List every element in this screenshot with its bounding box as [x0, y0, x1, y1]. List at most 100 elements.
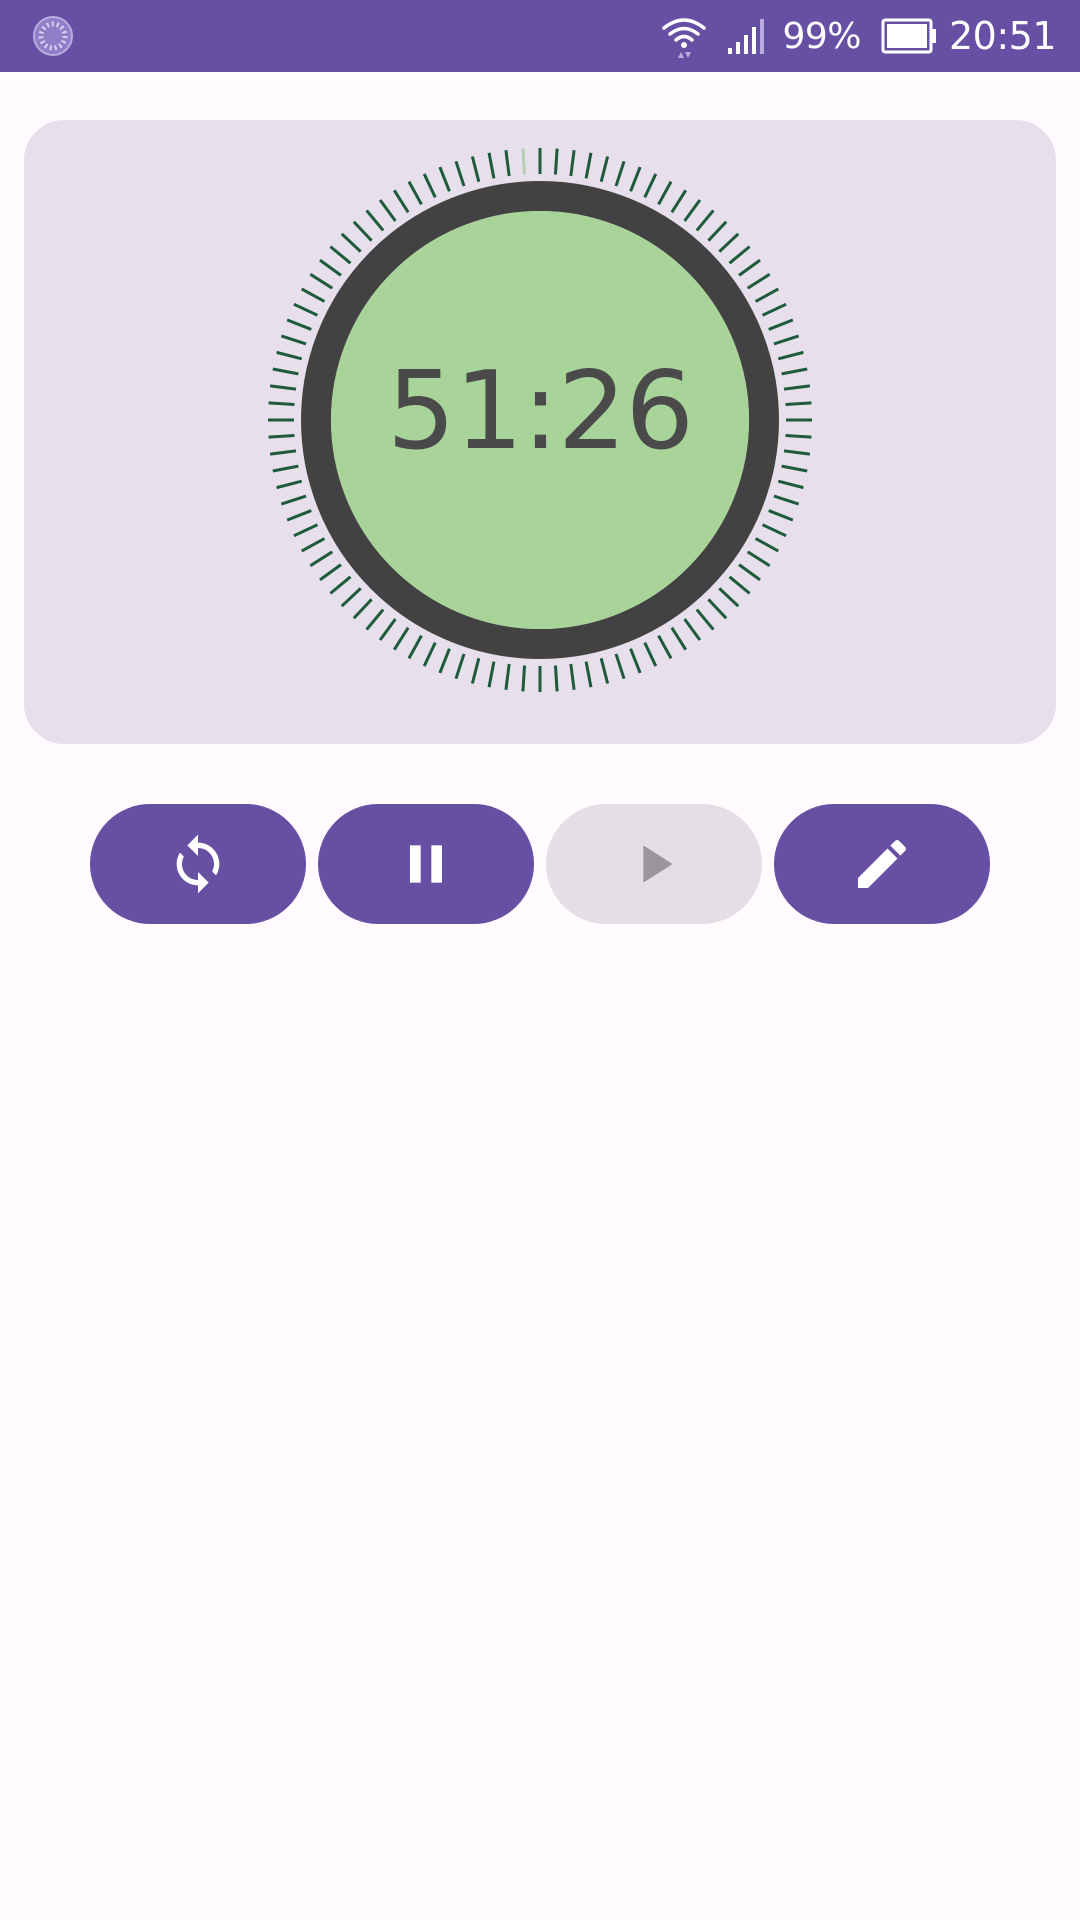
- dial-tick: [629, 648, 642, 674]
- dial-tick: [728, 575, 751, 595]
- dial-tick: [422, 173, 437, 199]
- dial-tick: [504, 149, 511, 177]
- dial-tick: [670, 626, 688, 651]
- dial-tick: [293, 302, 319, 317]
- dial-tick: [768, 509, 794, 522]
- status-bar: 99% 20:51: [0, 0, 1080, 72]
- dial-tick: [754, 287, 780, 303]
- timer-display: 51:26: [386, 349, 694, 474]
- dial-tick: [521, 148, 527, 175]
- status-clock: 20:51: [948, 14, 1057, 58]
- dial-tick: [352, 220, 373, 242]
- dial-tick: [695, 608, 715, 631]
- wifi-icon: [662, 18, 707, 58]
- dial-tick: [683, 199, 702, 222]
- dial-tick: [657, 180, 673, 206]
- signal-icon: [728, 19, 765, 54]
- dial-tick: [276, 479, 303, 490]
- dial-tick: [319, 258, 342, 277]
- dial-tick: [599, 156, 610, 183]
- dial-tick: [553, 665, 559, 692]
- dial-tick: [670, 189, 688, 214]
- loading-spinner-icon: [33, 16, 73, 56]
- dial-tick: [487, 152, 496, 179]
- dial-tick: [584, 661, 593, 688]
- dial-tick: [761, 523, 787, 538]
- dial-tick: [569, 663, 576, 691]
- dial-tick: [584, 152, 593, 179]
- sync-icon: [176, 834, 220, 894]
- dial-tick: [378, 618, 397, 641]
- dial-tick: [773, 334, 800, 346]
- battery-percentage: 99%: [782, 15, 861, 57]
- dial-tick: [777, 479, 804, 490]
- dial-tick: [614, 653, 626, 680]
- dial-tick: [329, 245, 352, 265]
- dial-tick: [657, 634, 673, 660]
- dial-tick: [754, 537, 780, 553]
- dial-tick: [614, 160, 626, 187]
- pencil-icon: [858, 839, 907, 888]
- dial-tick: [407, 180, 423, 206]
- dial-tick: [553, 148, 559, 175]
- dial-tick: [643, 173, 658, 199]
- dial-tick: [293, 523, 319, 538]
- dial-tick: [319, 563, 342, 582]
- restart-button[interactable]: [90, 804, 306, 924]
- dial-tick: [718, 587, 740, 608]
- status-indicators: 99% 20:51: [660, 0, 1057, 72]
- dial-tick: [438, 166, 451, 192]
- dial-tick: [378, 199, 397, 222]
- battery-icon: [881, 18, 936, 54]
- dial-tick: [422, 641, 437, 667]
- dial-tick: [286, 509, 312, 522]
- dial-tick: [728, 245, 751, 265]
- dial-tick: [487, 661, 496, 688]
- dial-tick: [761, 302, 787, 317]
- dial-tick: [365, 209, 385, 232]
- dial-tick: [365, 608, 385, 631]
- dial-tick: [707, 220, 728, 242]
- dial-tick: [280, 494, 307, 506]
- dial-tick: [352, 598, 373, 620]
- dial-tick: [569, 149, 576, 177]
- dial-tick: [643, 641, 658, 667]
- dial-tick: [392, 189, 410, 214]
- dial-tick: [768, 318, 794, 331]
- dial-tick: [504, 663, 511, 691]
- play-button[interactable]: [546, 804, 762, 924]
- dial-tick: [746, 272, 771, 290]
- dial-tick: [300, 537, 326, 553]
- dial-tick: [300, 287, 326, 303]
- timer-card: 51:26: [24, 120, 1056, 744]
- dial-tick: [707, 598, 728, 620]
- dial-tick: [470, 657, 481, 684]
- dial-tick: [438, 648, 451, 674]
- dial-tick: [286, 318, 312, 331]
- dial-tick: [309, 272, 334, 290]
- dial-tick: [280, 334, 307, 346]
- dial-tick: [340, 232, 362, 253]
- dial-tick: [695, 209, 715, 232]
- dial-tick: [738, 258, 761, 277]
- dial-tick: [454, 160, 466, 187]
- pause-icon: [410, 845, 442, 883]
- dial-tick: [329, 575, 352, 595]
- dial-tick: [340, 587, 362, 608]
- dial-tick: [629, 166, 642, 192]
- dial-tick: [718, 232, 740, 253]
- dial-tick: [407, 634, 423, 660]
- dial-tick: [454, 653, 466, 680]
- dial-tick: [470, 156, 481, 183]
- dial-tick: [599, 657, 610, 684]
- edit-button[interactable]: [774, 804, 990, 924]
- dial-tick: [309, 550, 334, 568]
- dial-tick: [683, 618, 702, 641]
- pause-button[interactable]: [318, 804, 534, 924]
- dial-tick: [738, 563, 761, 582]
- timer-controls: [90, 804, 990, 924]
- dial-tick: [392, 626, 410, 651]
- play-icon: [643, 845, 673, 883]
- dial-tick: [773, 494, 800, 506]
- dial-tick: [746, 550, 771, 568]
